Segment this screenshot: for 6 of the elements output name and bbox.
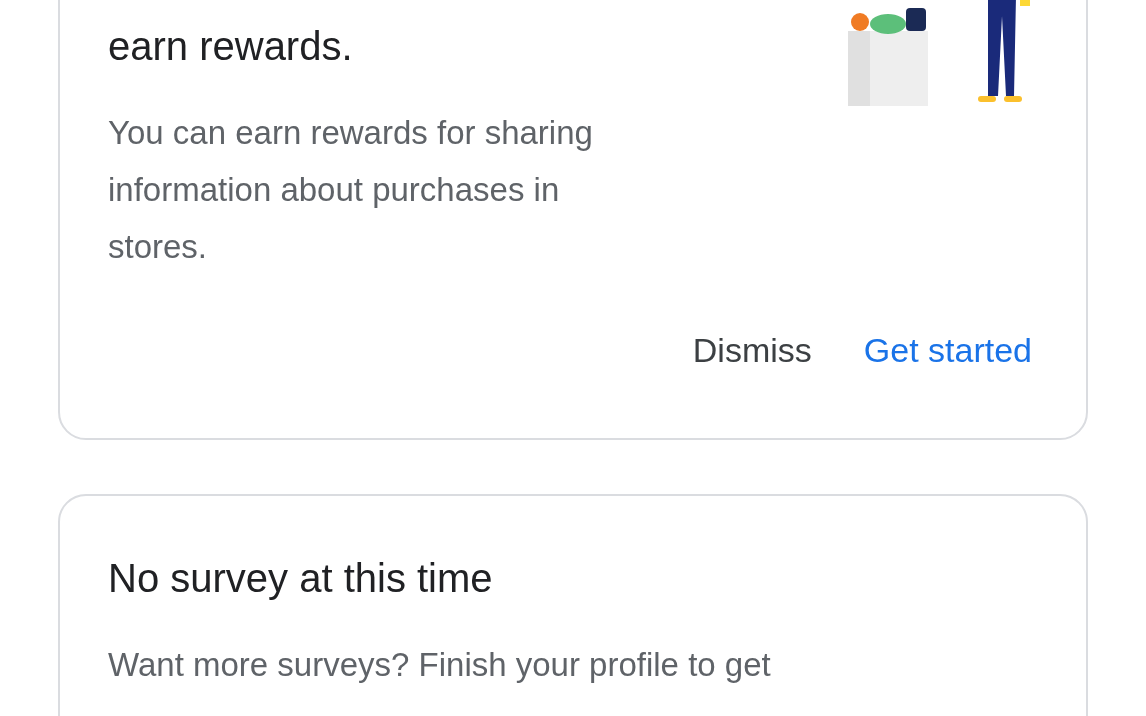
card-description: You can earn rewards for sharing information about purchases in stores. xyxy=(108,113,594,267)
dismiss-button[interactable]: Dismiss xyxy=(686,325,818,376)
card-description: Want more surveys? Finish your profile to get xyxy=(108,645,771,685)
get-started-button[interactable]: Get started xyxy=(857,325,1038,376)
card-title: No survey at this time xyxy=(108,555,494,602)
card-title: earn rewards. xyxy=(108,23,354,70)
